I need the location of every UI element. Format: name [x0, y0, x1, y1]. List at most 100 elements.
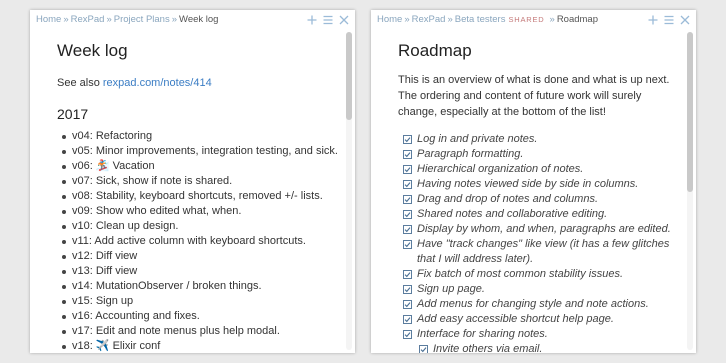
plus-icon[interactable] [307, 15, 317, 25]
close-icon[interactable] [339, 15, 349, 25]
task-text: Add menus for changing style and note ac… [417, 298, 649, 310]
checkbox-checked-icon[interactable] [403, 285, 412, 294]
scrollbar-thumb[interactable] [346, 32, 352, 120]
breadcrumb-separator: » [447, 14, 453, 25]
task-text: Display by whom, and when, paragraphs ar… [417, 223, 671, 235]
task-item: Add easy accessible shortcut help page. [403, 312, 682, 327]
task-item: Add menus for changing style and note ac… [403, 297, 682, 312]
task-item: Having notes viewed side by side in colu… [403, 177, 682, 192]
task-item: Have "track changes" like view (it has a… [403, 237, 682, 267]
checkbox-checked-icon[interactable] [403, 240, 412, 249]
roadmap-panel: Home» RexPad» Beta testers Shared» Roadmap R… [371, 10, 696, 353]
plus-icon[interactable] [648, 15, 658, 25]
close-icon[interactable] [680, 15, 690, 25]
menu-icon[interactable] [664, 15, 674, 25]
breadcrumb-separator: » [171, 14, 178, 25]
checkbox-checked-icon[interactable] [403, 270, 412, 279]
checkbox-checked-icon[interactable] [419, 345, 428, 353]
page-title: Roadmap [398, 41, 472, 60]
breadcrumb-home[interactable]: Home [36, 14, 61, 25]
roadmap-task-list: Log in and private notes. Paragraph forma… [398, 132, 682, 353]
list-item: v09: Show who edited what, when. [62, 204, 341, 219]
list-item: v13: Diff view [62, 264, 341, 279]
task-item: Display by whom, and when, paragraphs ar… [403, 222, 682, 237]
task-item: Interface for sharing notes. [403, 327, 682, 342]
checkbox-checked-icon[interactable] [403, 195, 412, 204]
shared-badge: Shared [508, 15, 545, 24]
task-item: Shared notes and collaborative editing. [403, 207, 682, 222]
list-item: v06: 🏂 Vacation [62, 159, 341, 174]
breadcrumb-rexpad[interactable]: RexPad [412, 14, 446, 25]
task-text: Have "track changes" like view (it has a… [417, 238, 670, 265]
breadcrumb-home[interactable]: Home [377, 14, 402, 25]
breadcrumb-rexpad[interactable]: RexPad [71, 14, 105, 25]
task-item: Log in and private notes. [403, 132, 682, 147]
task-text: Add easy accessible shortcut help page. [417, 313, 614, 325]
checkbox-checked-icon[interactable] [403, 330, 412, 339]
note-content: Roadmap This is an overview of what is d… [398, 30, 682, 353]
list-item: v11: Add active column with keyboard sho… [62, 234, 341, 249]
task-text: Having notes viewed side by side in colu… [417, 178, 639, 190]
task-text: Drag and drop of notes and columns. [417, 193, 599, 205]
breadcrumb-beta-testers[interactable]: Beta testers [455, 14, 506, 25]
note-content: Week log See also rexpad.com/notes/414 2… [57, 30, 341, 353]
list-item: v15: Sign up [62, 294, 341, 309]
list-item: v12: Diff view [62, 249, 341, 264]
checkbox-checked-icon[interactable] [403, 210, 412, 219]
intro-paragraph: This is an overview of what is done and … [398, 74, 670, 118]
see-also-paragraph: See also rexpad.com/notes/414 [57, 74, 341, 92]
breadcrumb: Home» RexPad» Beta testers Shared» Roadmap [377, 14, 598, 25]
task-item: Hierarchical organization of notes. [403, 162, 682, 177]
breadcrumb-separator: » [549, 14, 555, 25]
task-item: Paragraph formatting. [403, 147, 682, 162]
menu-icon[interactable] [323, 15, 333, 25]
task-text: Shared notes and collaborative editing. [417, 208, 608, 220]
task-text: Paragraph formatting. [417, 148, 524, 160]
checkbox-checked-icon[interactable] [403, 315, 412, 324]
list-item: v17: Edit and note menus plus help modal… [62, 324, 341, 339]
task-text: Hierarchical organization of notes. [417, 163, 584, 175]
scrollbar[interactable] [346, 32, 352, 350]
list-item: v04: Refactoring [62, 129, 341, 144]
breadcrumb-separator: » [404, 14, 410, 25]
checkbox-checked-icon[interactable] [403, 135, 412, 144]
task-text: Invite others via email. [433, 343, 543, 353]
scrollbar-thumb[interactable] [687, 32, 693, 192]
list-item: v07: Sick, show if note is shared. [62, 174, 341, 189]
page-title: Week log [57, 41, 128, 60]
scrollbar[interactable] [687, 32, 693, 350]
task-text: Sign up page. [417, 283, 485, 295]
see-also-label: See also [57, 77, 103, 89]
task-item: Invite others via email. [419, 342, 682, 353]
checkbox-checked-icon[interactable] [403, 180, 412, 189]
list-item: v14: MutationObserver / broken things. [62, 279, 341, 294]
week-log-panel: Home» RexPad» Project Plans» Week log Week … [30, 10, 355, 353]
breadcrumb-separator: » [106, 14, 112, 25]
task-item: Fix batch of most common stability issue… [403, 267, 682, 282]
panel-actions [648, 10, 690, 25]
week-list: v04: Refactoring v05: Minor improvements… [57, 129, 341, 353]
panel-header: Home» RexPad» Project Plans» Week log [30, 10, 355, 30]
list-item: v18: ✈️ Elixir conf [62, 339, 341, 353]
checkbox-checked-icon[interactable] [403, 225, 412, 234]
list-item: v16: Accounting and fixes. [62, 309, 341, 324]
breadcrumb-project-plans[interactable]: Project Plans [114, 14, 170, 25]
breadcrumb-separator: » [63, 14, 69, 25]
task-text: Fix batch of most common stability issue… [417, 268, 624, 280]
breadcrumb-current: Roadmap [556, 14, 599, 25]
task-item: Drag and drop of notes and columns. [403, 192, 682, 207]
list-item: v05: Minor improvements, integration tes… [62, 144, 341, 159]
checkbox-checked-icon[interactable] [403, 300, 412, 309]
task-text: Interface for sharing notes. [417, 328, 548, 340]
breadcrumb-current: Week log [179, 14, 219, 25]
list-item: v10: Clean up design. [62, 219, 341, 234]
panel-actions [307, 10, 349, 25]
checkbox-checked-icon[interactable] [403, 165, 412, 174]
breadcrumb: Home» RexPad» Project Plans» Week log [36, 14, 218, 25]
checkbox-checked-icon[interactable] [403, 150, 412, 159]
task-text: Log in and private notes. [417, 133, 538, 145]
task-item: Sign up page. [403, 282, 682, 297]
panel-header: Home» RexPad» Beta testers Shared» Roadmap [371, 10, 696, 30]
list-item: v08: Stability, keyboard shortcuts, remo… [62, 189, 341, 204]
see-also-link[interactable]: rexpad.com/notes/414 [103, 77, 212, 89]
